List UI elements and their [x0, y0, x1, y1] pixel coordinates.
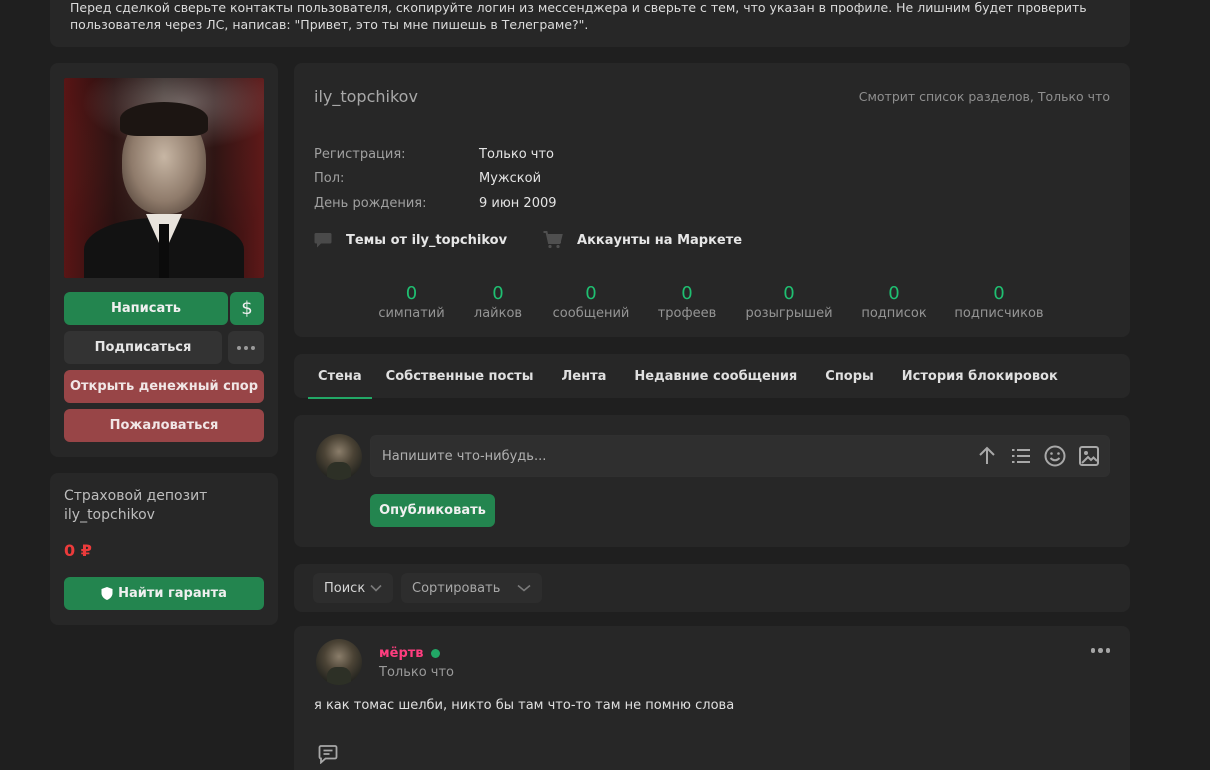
- tab-ban-history[interactable]: История блокировок: [888, 354, 1072, 398]
- arrow-up-icon[interactable]: [975, 444, 999, 468]
- insurance-deposit-card: Страховой депозит ily_topchikov 0 ₽ Найт…: [50, 473, 278, 625]
- post-menu-button[interactable]: [1090, 648, 1110, 653]
- profile-avatar[interactable]: [64, 78, 264, 278]
- profile-links: Темы от ily_topchikov Аккаунты на Маркет…: [314, 231, 742, 249]
- send-money-button[interactable]: $: [230, 292, 264, 325]
- publish-button[interactable]: Опубликовать: [370, 494, 495, 527]
- tab-feed[interactable]: Лента: [547, 354, 620, 398]
- stat-subscriptions[interactable]: 0 подписок: [849, 283, 939, 323]
- report-button[interactable]: Пожаловаться: [64, 409, 264, 442]
- notice-line-1: Перед сделкой сверьте контакты пользоват…: [70, 0, 1087, 15]
- profile-username: ily_topchikov: [314, 87, 418, 106]
- post-text: я как томас шелби, никто бы там что-то т…: [314, 698, 735, 713]
- fact-gender: Пол: Мужской: [314, 171, 542, 187]
- wall-post-input[interactable]: Напишите что-нибудь...: [370, 435, 1110, 477]
- comment-icon[interactable]: [318, 744, 338, 764]
- sort-select[interactable]: Сортировать: [401, 573, 542, 603]
- tab-own-posts[interactable]: Собственные посты: [372, 354, 548, 398]
- stat-trophies[interactable]: 0 трофеев: [645, 283, 729, 323]
- fact-registration: Регистрация: Только что: [314, 146, 555, 162]
- topics-link[interactable]: Темы от ily_topchikov: [314, 231, 507, 249]
- profile-tabs: Стена Собственные посты Лента Недавние с…: [294, 354, 1130, 399]
- image-icon[interactable]: [1077, 444, 1101, 468]
- list-icon[interactable]: [1009, 444, 1033, 468]
- search-select[interactable]: Поиск: [313, 573, 393, 603]
- security-notice: Перед сделкой сверьте контакты пользоват…: [50, 0, 1130, 47]
- stat-giveaways[interactable]: 0 розыгрышей: [729, 283, 849, 323]
- find-guarantor-button[interactable]: Найти гаранта: [64, 577, 264, 610]
- fact-birthday: День рождения: 9 июн 2009: [314, 195, 557, 211]
- wall-filters: Поиск Сортировать: [294, 564, 1130, 612]
- cart-icon: [543, 231, 563, 249]
- market-link[interactable]: Аккаунты на Маркете: [543, 231, 742, 249]
- stat-sympathies[interactable]: 0 симпатий: [364, 283, 459, 323]
- notice-line-2: пользователя через ЛС, написав: "Привет,…: [70, 17, 589, 32]
- shield-icon: [101, 587, 113, 600]
- tab-wall[interactable]: Стена: [308, 354, 372, 399]
- profile-sidebar: Написать $ Подписаться Открыть денежный …: [50, 63, 278, 457]
- insurance-amount: 0 ₽: [64, 541, 92, 560]
- profile-stats: 0 симпатий 0 лайков 0 сообщений 0 трофеев 0р…: [364, 283, 1059, 323]
- profile-info-panel: ily_topchikov Смотрит список разделов, Т…: [294, 63, 1130, 337]
- more-options-button[interactable]: [228, 331, 264, 364]
- post-author[interactable]: мёртв: [379, 646, 440, 661]
- chat-bubble-icon: [314, 232, 332, 247]
- stat-messages[interactable]: 0 сообщений: [537, 283, 645, 323]
- smile-icon[interactable]: [1043, 444, 1067, 468]
- online-status-icon: [430, 649, 440, 658]
- profile-facts: Регистрация: Только что Пол: Мужской Ден…: [314, 142, 557, 216]
- stat-likes[interactable]: 0 лайков: [459, 283, 537, 323]
- insurance-title: Страховой депозит ily_topchikov: [64, 488, 208, 523]
- wall-composer: Напишите что-нибудь... Опубликовать: [294, 415, 1130, 547]
- subscribe-button[interactable]: Подписаться: [64, 331, 222, 364]
- post-author-avatar[interactable]: [316, 639, 362, 685]
- profile-page: Перед сделкой сверьте контакты пользоват…: [0, 0, 1210, 770]
- tab-recent-messages[interactable]: Недавние сообщения: [620, 354, 811, 398]
- chevron-down-icon: [370, 584, 382, 592]
- stat-subscribers[interactable]: 0 подписчиков: [939, 283, 1059, 323]
- wall-post-placeholder: Напишите что-нибудь...: [382, 448, 547, 464]
- post-time: Только что: [379, 665, 455, 680]
- chevron-down-icon: [517, 584, 531, 592]
- profile-status: Смотрит список разделов, Только что: [858, 89, 1110, 104]
- write-button[interactable]: Написать: [64, 292, 228, 325]
- open-dispute-button[interactable]: Открыть денежный спор: [64, 370, 264, 403]
- composer-avatar[interactable]: [316, 434, 362, 480]
- tab-disputes[interactable]: Споры: [811, 354, 888, 398]
- more-icon: [237, 345, 255, 350]
- wall-post: мёртв Только что я как томас шелби, никт…: [294, 626, 1130, 770]
